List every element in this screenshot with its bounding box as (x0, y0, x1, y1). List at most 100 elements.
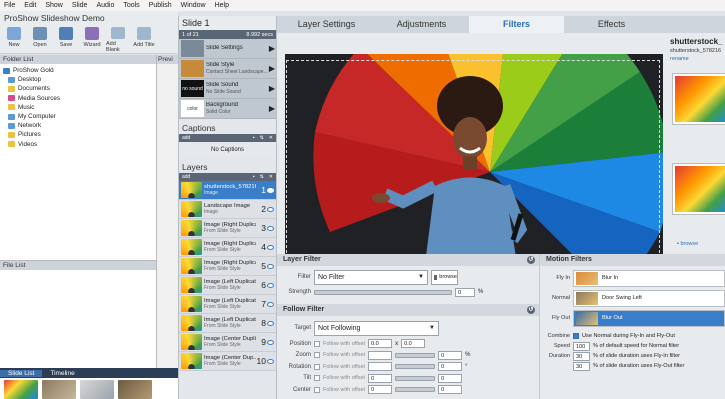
strength-slider[interactable] (314, 289, 452, 295)
slide-list-strip[interactable] (0, 378, 178, 399)
menu-item-slide[interactable]: Slide (72, 2, 88, 9)
follow-value-b[interactable]: 0 (438, 362, 463, 372)
menu-item-tools[interactable]: Tools (123, 2, 139, 9)
trash-icon[interactable]: ▪ (253, 135, 255, 141)
reset-icon[interactable]: ↺ (527, 256, 535, 264)
reorder-icon[interactable]: ⇅ (260, 174, 264, 180)
eye-icon[interactable] (267, 263, 274, 269)
folder-item[interactable]: Network (3, 121, 153, 130)
follow-value-a[interactable]: 0.0 (368, 339, 393, 349)
layer-row[interactable]: Image (Right Duplicat...From Slide Style… (179, 219, 276, 238)
combine-checkbox[interactable] (573, 333, 579, 339)
menu-item-show[interactable]: Show (45, 2, 63, 9)
folder-item[interactable]: Documents (3, 84, 153, 93)
strength-input[interactable]: 0 (455, 287, 475, 297)
layer-row[interactable]: Image (Left Duplicate...From Slide Style… (179, 314, 276, 333)
menu-item-help[interactable]: Help (215, 2, 229, 9)
folder-item[interactable]: Desktop (3, 75, 153, 84)
tab-timeline[interactable]: Timeline (42, 370, 82, 377)
follow-value-a[interactable]: 0 (368, 385, 393, 395)
rename-button[interactable]: rename (670, 56, 689, 62)
layer-row[interactable]: Image (Center Dup... From Slide Style 10 (179, 352, 276, 371)
layer-selection-frame[interactable] (286, 60, 660, 258)
menu-item-audio[interactable]: Audio (96, 2, 114, 9)
tools-icon[interactable]: ✕ (269, 135, 273, 141)
tab-slide-list[interactable]: Slide List (0, 369, 43, 377)
slide-preview-image[interactable] (285, 54, 663, 264)
motion-filter-select[interactable]: Blur In (573, 269, 725, 287)
add-blank-button[interactable]: Add Blank (106, 27, 130, 53)
menu-item-window[interactable]: Window (181, 2, 206, 9)
follow-offset-checkbox[interactable] (314, 352, 320, 359)
duration-out-input[interactable]: 30 (573, 361, 590, 371)
layer-row[interactable]: shutterstock_578216...Image 1 (179, 181, 276, 200)
menu-item-publish[interactable]: Publish (149, 2, 172, 9)
slide-thumbnail[interactable] (80, 380, 114, 399)
speed-input[interactable]: 100 (573, 341, 590, 351)
eye-icon[interactable] (267, 320, 274, 326)
motion-filter-select[interactable]: Blur Out (573, 309, 725, 327)
eye-icon[interactable] (267, 244, 274, 250)
follow-value-a[interactable]: 0 (368, 373, 393, 383)
filter-select[interactable]: No Filter ▼ (314, 269, 428, 285)
new-button[interactable]: New (2, 27, 26, 53)
menu-item-file[interactable]: File (4, 2, 15, 9)
reset-icon[interactable]: ↺ (527, 306, 535, 314)
open-button[interactable]: Open (28, 27, 52, 53)
eye-icon[interactable] (267, 206, 274, 212)
follow-value-b[interactable]: 0 (438, 373, 463, 383)
follow-offset-checkbox[interactable] (314, 340, 320, 347)
slide-option-slide-sound[interactable]: no sound Slide Sound No Slide Sound ▶ (179, 79, 276, 99)
reorder-icon[interactable]: ⇅ (260, 135, 264, 141)
tab-filters[interactable]: Filters (469, 16, 564, 33)
eye-icon[interactable] (267, 339, 274, 345)
layer-row[interactable]: Landscape Image Image 2 (179, 200, 276, 219)
eye-icon[interactable] (267, 282, 274, 288)
tab-layer-settings[interactable]: Layer Settings (279, 16, 374, 33)
follow-offset-checkbox[interactable] (314, 363, 320, 370)
media-thumbnail[interactable] (672, 73, 725, 125)
browse-button[interactable]: ▪ browse (677, 241, 698, 247)
wizard-button[interactable]: Wizard (80, 27, 104, 53)
follow-slider[interactable] (395, 387, 436, 393)
layer-row[interactable]: Image (Left Duplicate...From Slide Style… (179, 295, 276, 314)
follow-value-a[interactable] (368, 350, 393, 360)
slide-option-background[interactable]: color Background Solid Color ▶ (179, 99, 276, 119)
follow-slider[interactable] (395, 352, 436, 358)
follow-offset-checkbox[interactable] (314, 375, 320, 382)
layer-row[interactable]: Image (Right Duplicat...From Slide Style… (179, 257, 276, 276)
slide-thumbnail[interactable] (118, 380, 152, 399)
tab-adjustments[interactable]: Adjustments (374, 16, 469, 33)
slide-option-slide-settings[interactable]: Slide Settings ▶ (179, 39, 276, 59)
add-layer-button[interactable]: add (182, 174, 190, 180)
folder-item[interactable]: ProShow Gold (3, 66, 153, 75)
layer-row[interactable]: Image (Center Duplic...From Slide Style 9 (179, 333, 276, 352)
folder-item[interactable]: Music (3, 103, 153, 112)
follow-value-b[interactable]: 0 (438, 385, 463, 395)
layer-row[interactable]: Image (Left Duplicate...From Slide Style… (179, 276, 276, 295)
eye-icon[interactable] (267, 225, 274, 231)
eye-icon[interactable] (267, 301, 274, 307)
trash-icon[interactable]: ▪ (253, 174, 255, 180)
menu-item-edit[interactable]: Edit (24, 2, 36, 9)
tools-icon[interactable]: ✕ (269, 174, 273, 180)
slide-thumbnail[interactable] (4, 380, 38, 399)
follow-slider[interactable] (395, 375, 436, 381)
target-select[interactable]: Not Following ▼ (314, 320, 439, 336)
add-caption-button[interactable]: add (182, 135, 190, 141)
folder-item[interactable]: Pictures (3, 130, 153, 139)
eye-icon[interactable] (267, 358, 274, 364)
follow-value-a[interactable] (368, 362, 393, 372)
slide-option-slide-style[interactable]: Slide Style Contact Sheet Landscape... ▶ (179, 59, 276, 79)
add-title-button[interactable]: Add Title (132, 27, 156, 53)
slide-thumbnail[interactable] (42, 380, 76, 399)
motion-filter-select[interactable]: Door Swing Left (573, 289, 725, 307)
layer-row[interactable]: Image (Right Duplicat...From Slide Style… (179, 238, 276, 257)
tab-effects[interactable]: Effects (564, 16, 659, 33)
follow-offset-checkbox[interactable] (314, 386, 320, 393)
duration-in-input[interactable]: 30 (573, 351, 590, 361)
follow-value-b[interactable]: 0 (438, 350, 463, 360)
folder-item[interactable]: My Computer (3, 112, 153, 121)
follow-slider[interactable] (395, 364, 436, 370)
filter-browse-button[interactable]: browse (431, 269, 458, 285)
